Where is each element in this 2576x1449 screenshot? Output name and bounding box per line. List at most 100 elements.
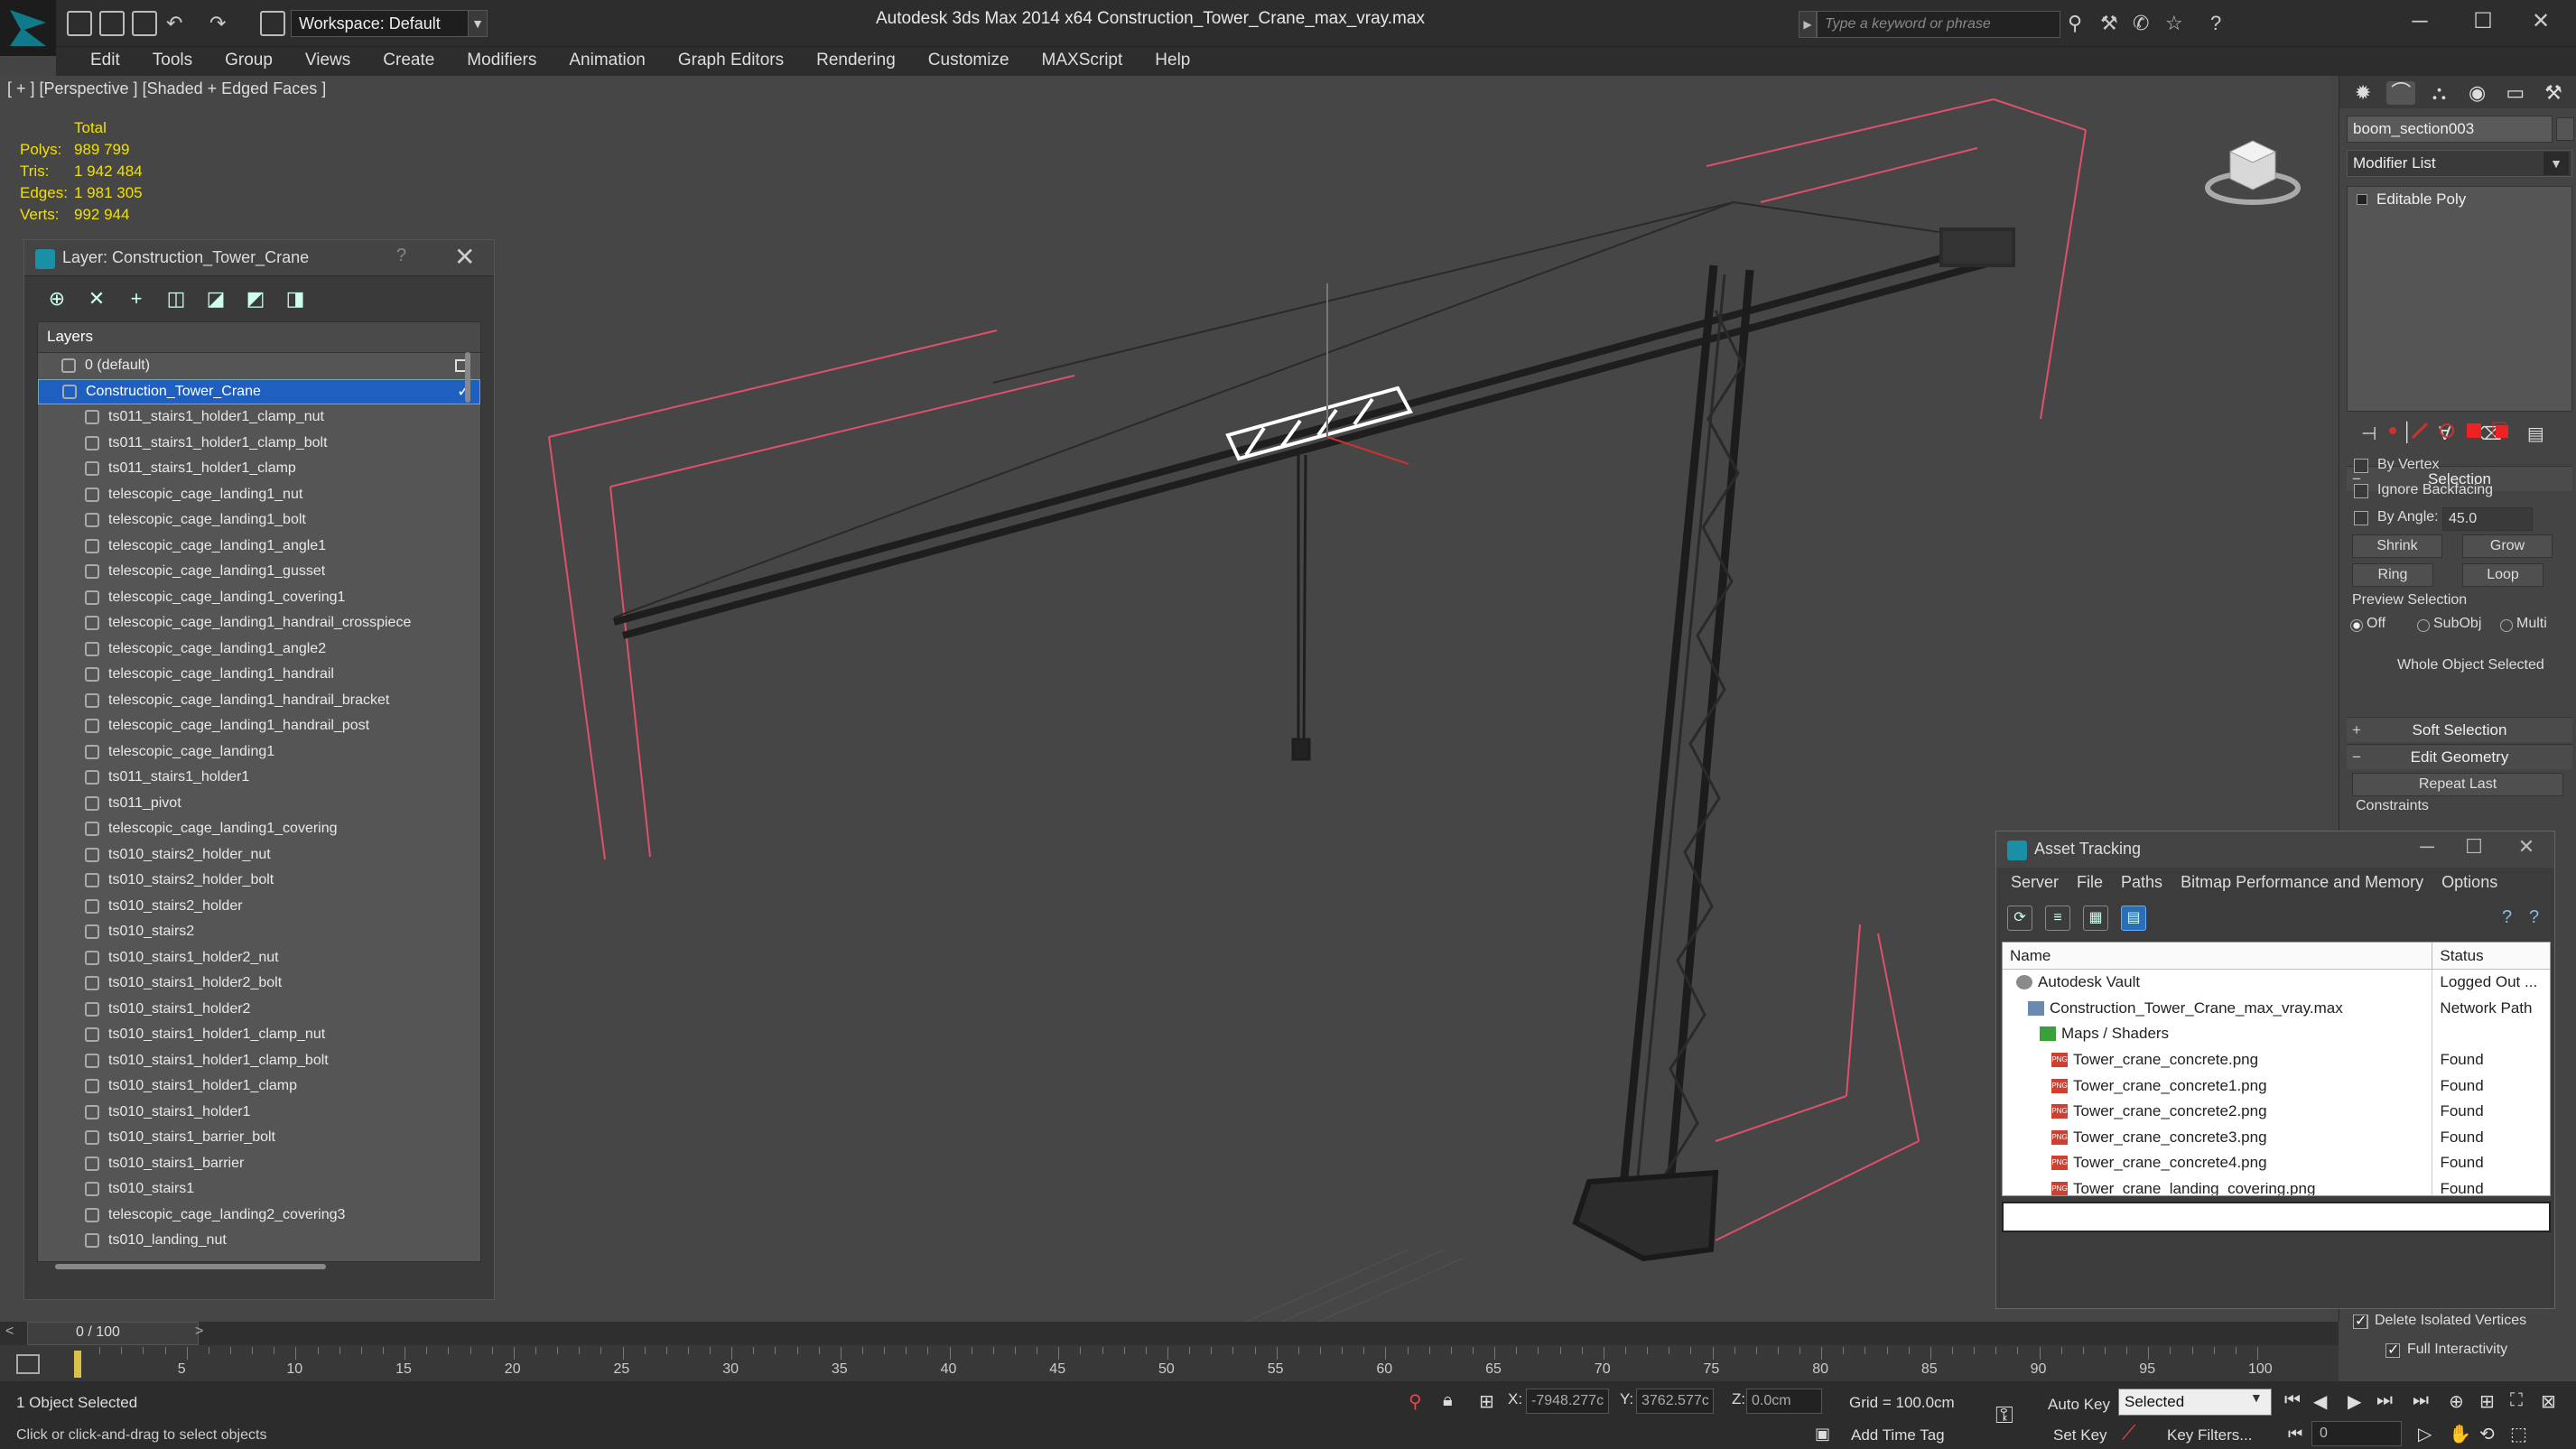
go-to-end-icon[interactable]: ⏭ xyxy=(2413,1390,2429,1411)
current-frame-field[interactable]: 0 xyxy=(2311,1421,2402,1446)
layer-window-titlebar[interactable]: Layer: Construction_Tower_Crane ? ✕ xyxy=(24,240,494,276)
menu-views[interactable]: Views xyxy=(289,47,367,76)
layer-object-item[interactable]: telescopic_cage_landing1_handrail_bracke… xyxy=(38,688,480,714)
chevron-down-icon[interactable]: ▼ xyxy=(2250,1390,2263,1405)
go-to-start-icon[interactable]: ⏮ xyxy=(2284,1390,2301,1411)
asset-row[interactable]: PNG Tower_crane_concrete1.png Found xyxy=(2003,1073,2550,1099)
time-cursor[interactable] xyxy=(74,1351,81,1378)
auto-key-button[interactable]: Auto Key xyxy=(2048,1396,2110,1414)
layer-object-item[interactable]: telescopic_cage_landing1_angle2 xyxy=(38,636,480,663)
asset-tracking-titlebar[interactable]: Asset Tracking ─ ☐ ✕ xyxy=(1996,831,2554,868)
ignore-backfacing-checkbox[interactable] xyxy=(2354,484,2368,498)
asset-help-icon[interactable]: ? xyxy=(2502,907,2512,928)
preview-off-radio[interactable] xyxy=(2350,619,2363,632)
by-angle-checkbox[interactable] xyxy=(2354,511,2368,525)
layer-object-item[interactable]: ts010_stairs2 xyxy=(38,919,480,945)
layer-object-item[interactable]: ts010_stairs1_holder1_clamp_nut xyxy=(38,1022,480,1048)
asset-row[interactable]: PNG Tower_crane_concrete2.png Found xyxy=(2003,1098,2550,1125)
prev-frame-icon[interactable]: < xyxy=(5,1324,14,1340)
loop-button[interactable]: Loop xyxy=(2462,563,2543,587)
modifier-list-dropdown[interactable]: Modifier List xyxy=(2347,150,2572,177)
layer-object-item[interactable]: ts010_landing_nut xyxy=(38,1228,480,1254)
table-view-icon[interactable]: ▤ xyxy=(2121,906,2146,931)
layer-object-item[interactable]: ts010_stairs1_barrier_bolt xyxy=(38,1125,480,1151)
object-name-field[interactable]: boom_section003 xyxy=(2347,116,2553,143)
layer-vertical-scrollbar[interactable] xyxy=(465,352,470,403)
binoculars-icon[interactable]: ⚲ xyxy=(2068,12,2082,35)
add-time-tag[interactable]: Add Time Tag xyxy=(1851,1426,1945,1444)
asset-row[interactable]: Autodesk Vault Logged Out ... xyxy=(2003,970,2550,996)
z-coordinate-field[interactable]: 0.0cm xyxy=(1746,1389,1822,1414)
layer-close-button[interactable]: ✕ xyxy=(454,242,475,272)
stack-item-editable-poly[interactable]: Editable Poly xyxy=(2357,190,2466,209)
layer-object-item[interactable]: telescopic_cage_landing1_handrail_post xyxy=(38,713,480,739)
asset-row[interactable]: Construction_Tower_Crane_max_vray.max Net… xyxy=(2003,995,2550,1022)
orbit-icon[interactable]: ⟲ xyxy=(2479,1423,2495,1445)
asset-minimize-button[interactable]: ─ xyxy=(2404,835,2450,862)
menu-animation[interactable]: Animation xyxy=(553,47,662,76)
layer-object-item[interactable]: ts011_stairs1_holder1 xyxy=(38,765,480,791)
set-key-button[interactable]: Set Key xyxy=(2053,1426,2107,1444)
layer-object-item[interactable]: ts010_stairs1_holder2_nut xyxy=(38,945,480,971)
asset-menu-file[interactable]: File xyxy=(2068,868,2112,898)
layer-object-item[interactable]: ts011_stairs1_holder1_clamp_bolt xyxy=(38,431,480,457)
edit-geometry-rollout-header[interactable]: − Edit Geometry xyxy=(2347,744,2572,769)
delete-isolated-vertices-checkbox[interactable] xyxy=(2353,1312,2367,1330)
layer-horizontal-scrollbar[interactable] xyxy=(55,1264,326,1269)
key-selection-set-dropdown[interactable]: Selected xyxy=(2118,1389,2272,1416)
next-frame-icon[interactable]: ⏭ xyxy=(2376,1390,2393,1411)
project-folder-icon[interactable] xyxy=(260,11,285,36)
maximize-viewport-icon[interactable]: ⬚ xyxy=(2510,1423,2527,1445)
layer-object-item[interactable]: ts010_stairs1_holder2_bolt xyxy=(38,971,480,997)
edge-mode-icon[interactable] xyxy=(2410,421,2430,441)
layer-object-item[interactable]: ts011_stairs1_holder1_clamp xyxy=(38,456,480,482)
search-expand-icon[interactable]: ▶ xyxy=(1799,11,1817,38)
save-file-icon[interactable] xyxy=(132,11,157,36)
chevron-down-icon[interactable]: ▼ xyxy=(2543,152,2569,175)
asset-menu-bitmap-performance[interactable]: Bitmap Performance and Memory xyxy=(2171,868,2432,898)
asset-row[interactable]: PNG Tower_crane_landing_covering.png Found xyxy=(2003,1175,2550,1195)
open-file-icon[interactable] xyxy=(99,11,125,36)
layer-object-item[interactable]: ts010_stairs1_holder1_clamp_bolt xyxy=(38,1048,480,1074)
expand-icon[interactable] xyxy=(2357,194,2367,205)
absolute-mode-icon[interactable]: ⊞ xyxy=(1479,1390,1494,1413)
hide-all-layers-icon[interactable]: ◩ xyxy=(241,285,270,312)
object-color-swatch[interactable] xyxy=(2556,117,2574,141)
layer-construction-tower-crane[interactable]: Construction_Tower_Crane ✓ xyxy=(38,378,480,404)
asset-row[interactable]: PNG Tower_crane_concrete4.png Found xyxy=(2003,1150,2550,1176)
layer-list[interactable]: Layers 0 (default) Construction_Tower_Cr… xyxy=(37,321,481,1262)
layer-object-item[interactable]: telescopic_cage_landing1_angle1 xyxy=(38,534,480,560)
subscription-icon[interactable]: ⚒ xyxy=(2100,12,2118,35)
by-angle-spinner[interactable]: 45.0 xyxy=(2442,507,2533,531)
menu-customize[interactable]: Customize xyxy=(912,47,1026,76)
menu-group[interactable]: Group xyxy=(209,47,289,76)
layer-object-item[interactable]: telescopic_cage_landing1_gusset xyxy=(38,559,480,585)
refresh-icon[interactable]: ⟳ xyxy=(2007,906,2032,931)
zoom-icon[interactable]: ⊕ xyxy=(2449,1390,2464,1413)
play-icon[interactable]: ▶ xyxy=(2348,1390,2361,1413)
menu-edit[interactable]: Edit xyxy=(74,47,136,76)
layer-object-item[interactable]: telescopic_cage_landing1_nut xyxy=(38,482,480,508)
set-key-icon[interactable]: ⚿ xyxy=(1995,1401,2013,1430)
zoom-all-icon[interactable]: ⊞ xyxy=(2479,1390,2495,1413)
chevron-down-icon[interactable]: ▼ xyxy=(468,10,488,37)
element-mode-icon[interactable] xyxy=(2491,421,2511,441)
asset-maximize-button[interactable]: ☐ xyxy=(2451,835,2497,862)
search-input[interactable]: Type a keyword or phrase xyxy=(1817,11,2060,38)
asset-about-icon[interactable]: ? xyxy=(2529,907,2539,928)
favorites-star-icon[interactable]: ☆ xyxy=(2165,12,2183,35)
soft-selection-rollout-header[interactable]: + Soft Selection xyxy=(2347,717,2572,742)
layer-object-item[interactable]: ts010_stairs1_holder1_clamp xyxy=(38,1073,480,1100)
layer-object-item[interactable]: ts010_stairs1_barrier xyxy=(38,1151,480,1177)
highlight-layer-icon[interactable]: ◪ xyxy=(201,285,230,312)
menu-graph-editors[interactable]: Graph Editors xyxy=(662,47,800,76)
layer-object-item[interactable]: telescopic_cage_landing1 xyxy=(38,739,480,766)
layer-default[interactable]: 0 (default) xyxy=(38,353,480,379)
key-mode-toggle-icon[interactable]: ⏮ xyxy=(2288,1425,2302,1444)
asset-menu-server[interactable]: Server xyxy=(2002,868,2068,898)
create-layer-icon[interactable]: ⊕ xyxy=(42,285,71,312)
key-mode-icon[interactable]: ⟋ xyxy=(2122,1421,2135,1444)
minimize-button[interactable]: ─ xyxy=(2393,5,2447,38)
key-filters-button[interactable]: Key Filters... xyxy=(2167,1426,2252,1444)
motion-tab-icon[interactable]: ◉ xyxy=(2463,81,2492,105)
